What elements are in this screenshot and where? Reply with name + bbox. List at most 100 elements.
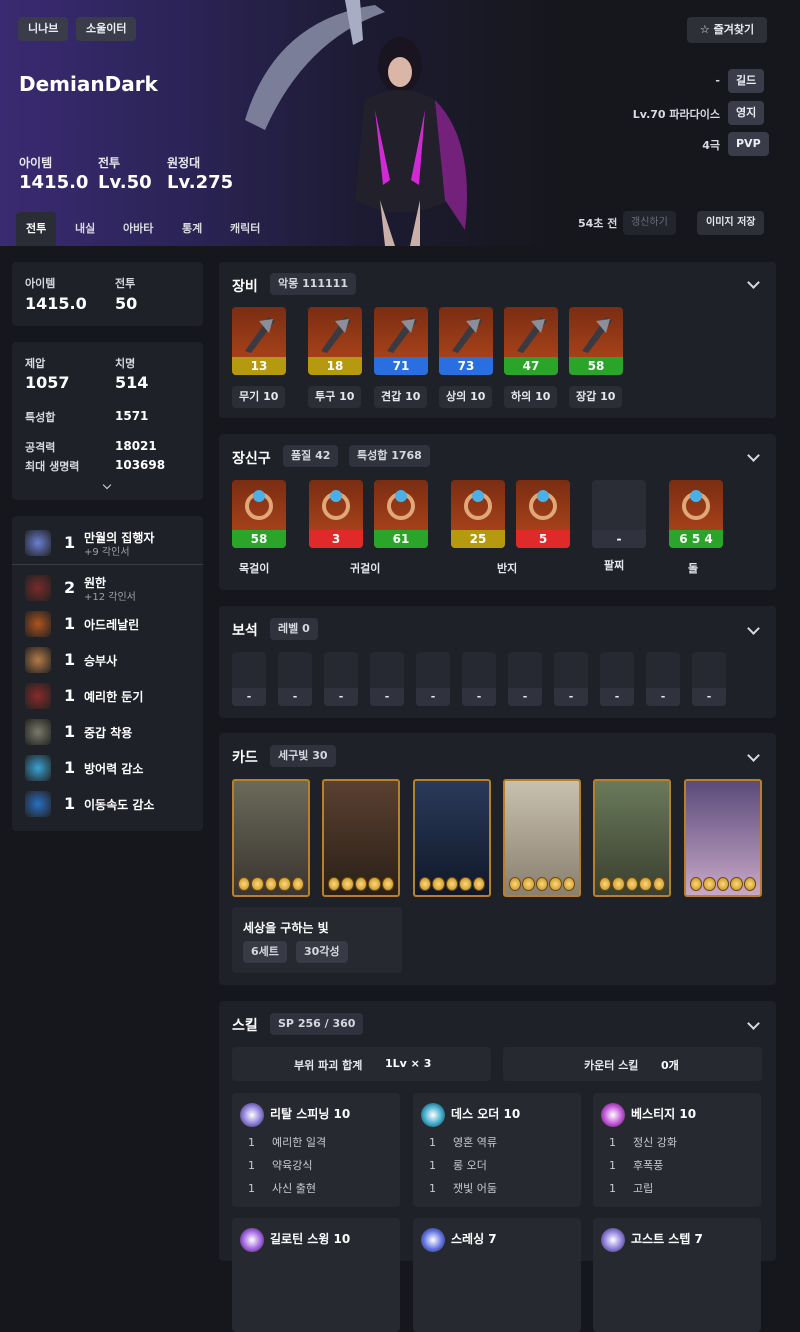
gem-slot[interactable]: - <box>600 652 634 706</box>
engraving-level: 1 <box>64 686 76 705</box>
accessory-slot[interactable]: - <box>592 480 646 548</box>
engraving-name: 아드레날린 <box>84 618 140 632</box>
engraving-name: 승부사 <box>84 654 118 668</box>
gem-level: - <box>554 688 588 706</box>
gem-level: - <box>278 688 312 706</box>
server-chip: 니나브 <box>18 17 69 41</box>
card-slot[interactable] <box>684 779 762 897</box>
tab-combat[interactable]: 전투 <box>16 212 57 246</box>
equipment-slot[interactable]: 71 <box>374 307 428 375</box>
quality-value: - <box>592 530 646 548</box>
awaken-dot <box>264 877 278 891</box>
equipment-label: 상의 10 <box>439 386 493 408</box>
skill-name: 베스티지 10 <box>631 1107 697 1121</box>
tripod-row: 1 영혼 역류 <box>429 1134 497 1150</box>
equipment-slot[interactable]: 47 <box>504 307 558 375</box>
tripod-level: 1 <box>429 1159 436 1172</box>
necklace-label: 목걸이 <box>239 562 270 575</box>
awaken-dot <box>730 877 743 891</box>
card-slot[interactable] <box>232 779 310 897</box>
gem-slot[interactable]: - <box>554 652 588 706</box>
skill-card[interactable]: 리탈 스피닝 10 1 예리한 일격 1 약육강식 1 사신 출현 <box>232 1093 400 1207</box>
tripod-row: 1 잿빛 어둠 <box>429 1180 497 1196</box>
skill-card[interactable]: 데스 오더 10 1 영혼 역류 1 롱 오더 1 잿빛 어둠 <box>413 1093 581 1207</box>
gem-slot[interactable]: - <box>508 652 542 706</box>
accessory-slot[interactable]: 61 <box>374 480 428 548</box>
gem-slot[interactable]: - <box>232 652 266 706</box>
equipment-slot[interactable]: 73 <box>439 307 493 375</box>
gem-slot[interactable]: - <box>416 652 450 706</box>
skill-icon <box>240 1228 264 1252</box>
chevron-down-icon[interactable] <box>102 480 112 490</box>
guild-label: 길드 <box>728 69 765 93</box>
tripod-name: 예리한 일격 <box>272 1136 327 1149</box>
equipment-icon <box>321 317 351 353</box>
card-slot[interactable] <box>593 779 671 897</box>
gem-slot[interactable]: - <box>692 652 726 706</box>
accessory-icon <box>387 490 415 520</box>
accessory-slot[interactable]: 6 5 4 <box>669 480 723 548</box>
tripod-name: 잿빛 어둠 <box>453 1182 497 1195</box>
skill-card[interactable]: 고스트 스텝 7 <box>593 1218 761 1332</box>
accessory-slot[interactable]: 5 <box>516 480 570 548</box>
expedition-level-value: Lv.275 <box>167 172 234 193</box>
tripod-name: 사신 출현 <box>272 1182 316 1195</box>
skill-name: 고스트 스텝 7 <box>631 1232 703 1246</box>
tripod-row: 1 사신 출현 <box>248 1180 316 1196</box>
stat-value: 514 <box>115 373 149 392</box>
tab-character[interactable]: 캐릭터 <box>230 212 260 246</box>
gem-slot[interactable]: - <box>324 652 358 706</box>
awaken-dot <box>251 877 264 891</box>
awaken-dot <box>445 877 459 891</box>
equipment-badge: 악몽 111111 <box>270 273 356 295</box>
tab-stats[interactable]: 통계 <box>182 212 202 246</box>
tab-avatar[interactable]: 아바타 <box>123 212 153 246</box>
skill-icon <box>421 1228 445 1252</box>
equipment-slot[interactable]: 18 <box>308 307 362 375</box>
skill-card[interactable]: 베스티지 10 1 정신 강화 1 후폭풍 1 고립 <box>593 1093 761 1207</box>
equipment-label: 견갑 10 <box>374 386 428 408</box>
gem-slot[interactable]: - <box>462 652 496 706</box>
gem-slot[interactable]: - <box>646 652 680 706</box>
skill-card[interactable]: 스레싱 7 <box>413 1218 581 1332</box>
awaken-dot <box>549 877 562 891</box>
gem-slot[interactable]: - <box>278 652 312 706</box>
refresh-button[interactable]: 갱신하기 <box>623 211 676 235</box>
awaken-dot <box>432 877 445 891</box>
card-slot[interactable] <box>503 779 581 897</box>
awaken-dots <box>238 877 305 891</box>
gem-level: - <box>508 688 542 706</box>
accessory-slot[interactable]: 58 <box>232 480 286 548</box>
awaken-dot <box>690 877 703 891</box>
awaken-dots <box>599 877 666 891</box>
engraving-name: 방어력 감소 <box>84 762 144 776</box>
stat-label: 특성합 <box>25 411 56 424</box>
gem-slot[interactable]: - <box>370 652 404 706</box>
equipment-slot[interactable]: 58 <box>569 307 623 375</box>
tab-internal[interactable]: 내실 <box>75 212 95 246</box>
awaken-dot <box>509 877 522 891</box>
update-time: 54초 전 <box>578 217 618 230</box>
card-badge: 세구빛 30 <box>270 745 336 767</box>
card-slot[interactable] <box>413 779 491 897</box>
awaken-dot <box>612 877 625 891</box>
awaken-dot <box>238 877 251 891</box>
bookmark-button[interactable]: ☆ 즐겨찾기 <box>687 17 767 43</box>
awaken-dot <box>562 877 576 891</box>
stat-sum-badge: 특성합 1768 <box>349 445 430 467</box>
save-image-button[interactable]: 이미지 저장 <box>697 211 765 235</box>
tripod-level: 1 <box>429 1136 436 1149</box>
tripod-name: 고립 <box>633 1182 654 1195</box>
combat-level-value: Lv.50 <box>98 172 152 193</box>
divider <box>12 564 203 565</box>
skill-card[interactable]: 길로틴 스윙 10 <box>232 1218 400 1332</box>
accessory-title: 장신구 <box>232 451 271 467</box>
accessory-slot[interactable]: 25 <box>451 480 505 548</box>
awaken-dot <box>291 877 305 891</box>
engraving-sub: +9 각인서 <box>84 547 130 558</box>
accessory-slot[interactable]: 3 <box>309 480 363 548</box>
card-slot[interactable] <box>322 779 400 897</box>
equipment-slot[interactable]: 13 <box>232 307 286 375</box>
quality-badge: 품질 42 <box>283 445 339 467</box>
card-set-badge: 6세트 <box>243 941 287 963</box>
